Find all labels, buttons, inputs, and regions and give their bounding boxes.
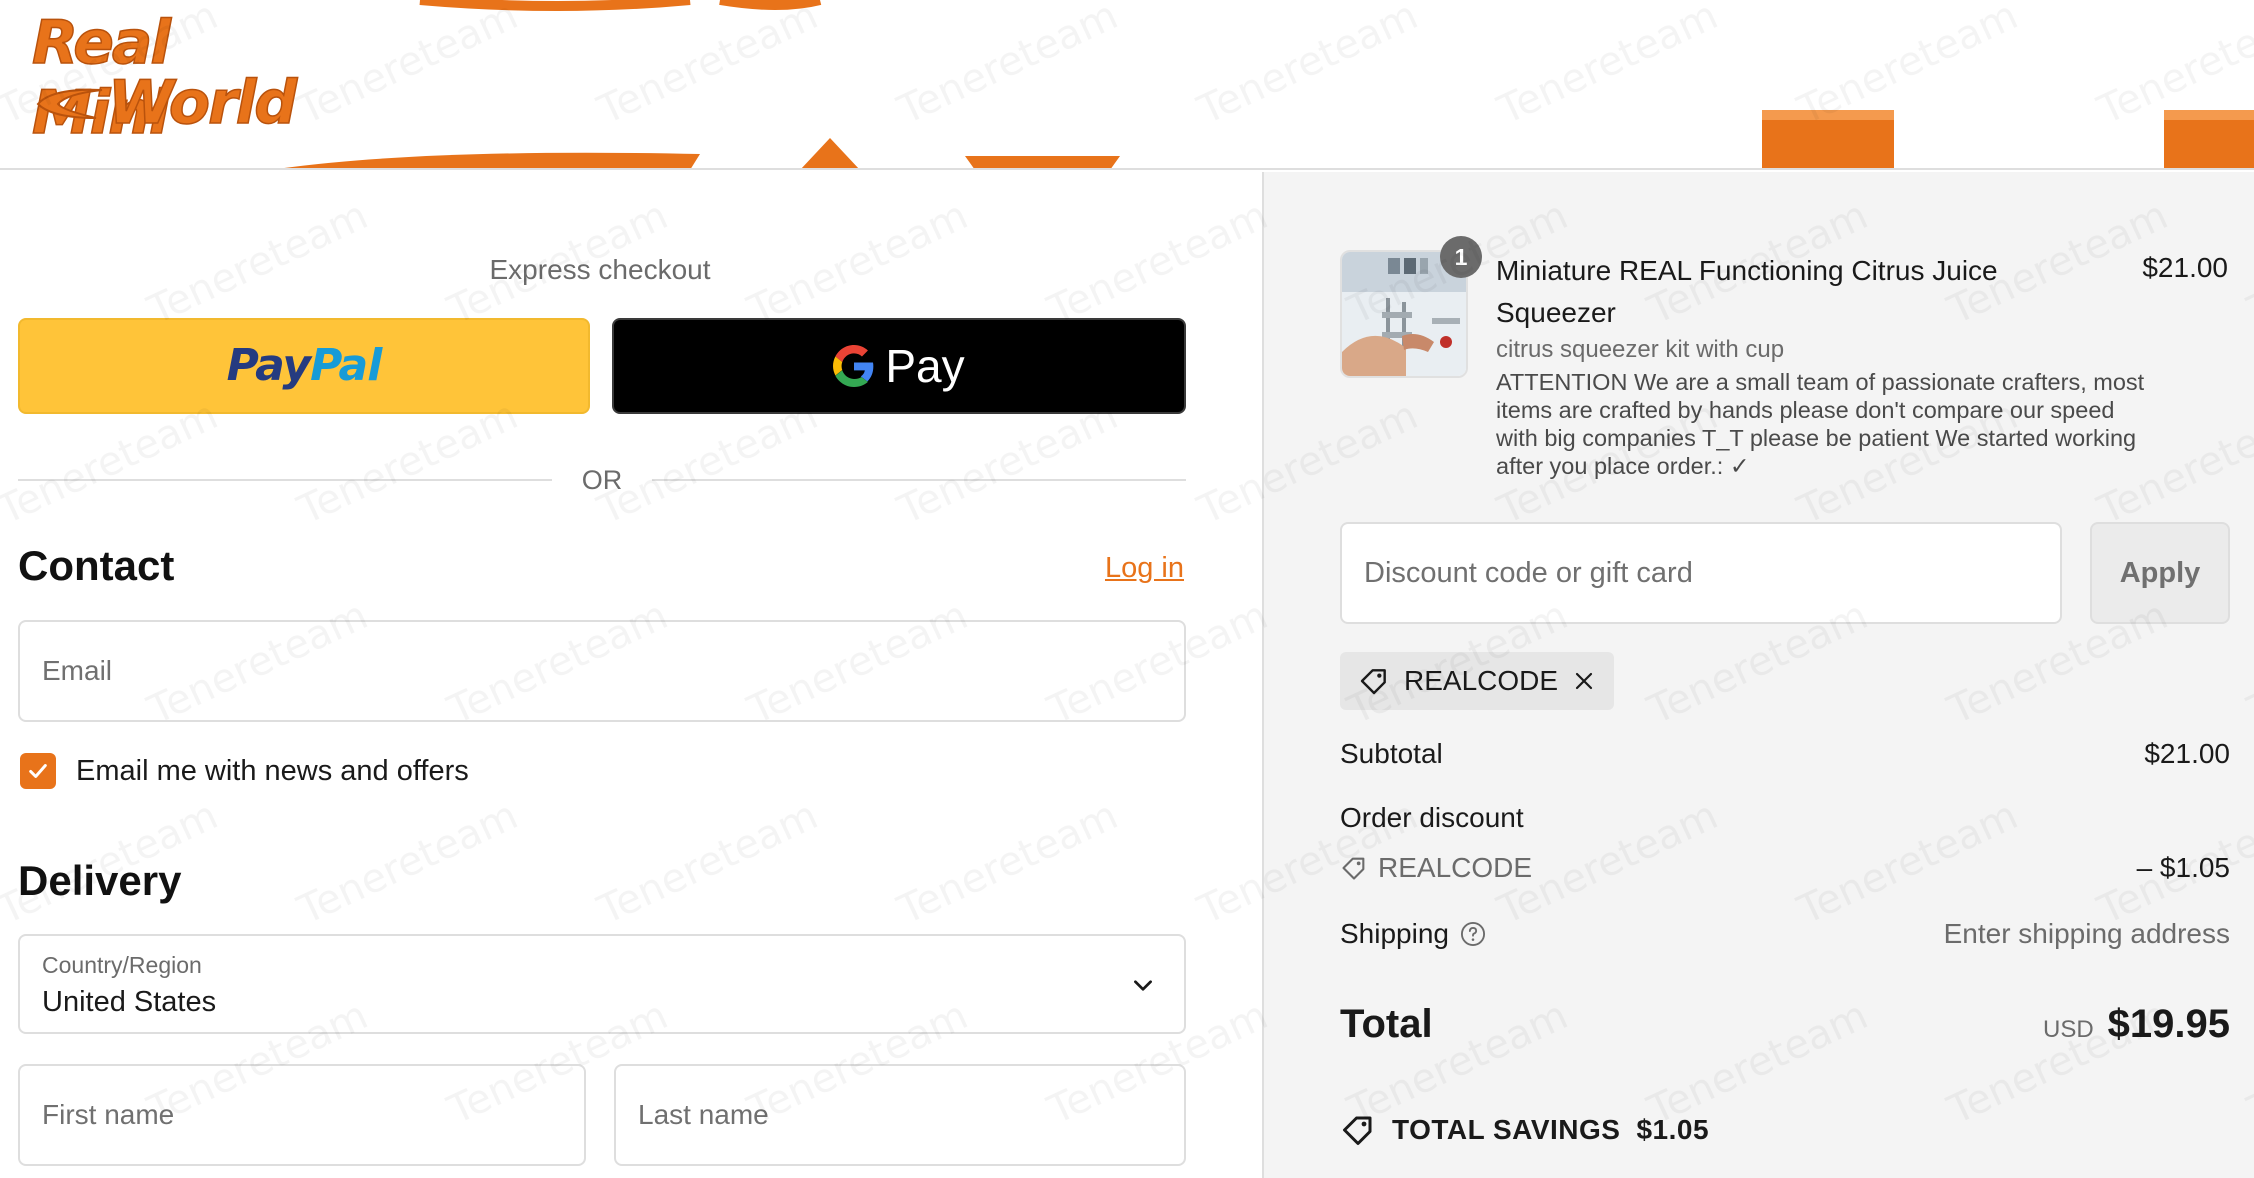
subtotal-row: Subtotal $21.00 xyxy=(1340,738,2230,770)
shipping-row: Shipping Enter shipping address xyxy=(1340,918,2230,950)
divider-line xyxy=(652,479,1186,481)
logo-text-line2: World xyxy=(107,67,298,139)
last-name-field[interactable] xyxy=(614,1064,1186,1166)
paypal-logo-pay: Pay xyxy=(226,340,311,391)
or-label: OR xyxy=(581,464,623,495)
site-header: Real Mini World xyxy=(0,0,2254,170)
newsletter-label: Email me with news and offers xyxy=(76,755,469,787)
subtotal-value: $21.00 xyxy=(2144,738,2230,769)
savings-label: TOTAL SAVINGS xyxy=(1392,1114,1621,1145)
logo-swoosh-icon xyxy=(36,88,103,119)
savings-value: $1.05 xyxy=(1636,1114,1710,1145)
country-select[interactable]: Country/Region United States xyxy=(18,934,1186,1034)
total-amount: $19.95 xyxy=(2107,1002,2230,1046)
email-input[interactable] xyxy=(20,622,1184,720)
order-discount-label: Order discount xyxy=(1340,802,1524,833)
country-value: United States xyxy=(42,986,217,1018)
email-field[interactable] xyxy=(18,620,1186,722)
paypal-logo: PayPal xyxy=(227,344,383,388)
delivery-title: Delivery xyxy=(18,857,182,904)
shipping-label: Shipping xyxy=(1340,918,1449,949)
check-icon xyxy=(29,764,47,778)
paypal-button[interactable]: PayPal xyxy=(18,318,590,414)
discount-value: – $1.05 xyxy=(2136,852,2230,883)
discount-code-group: REALCODE xyxy=(1340,852,1532,884)
total-value-group: USD $19.95 xyxy=(2043,1002,2230,1047)
first-name-input[interactable] xyxy=(20,1066,584,1164)
total-row: Total USD $19.95 xyxy=(1340,1002,2230,1047)
discount-field[interactable] xyxy=(1340,522,2062,624)
discount-input[interactable] xyxy=(1342,524,2060,622)
apply-button[interactable]: Apply xyxy=(2090,522,2230,624)
product-price: $21.00 xyxy=(2142,252,2228,283)
checkout-form: Express checkout PayPal Pay OR Contact L… xyxy=(0,172,1262,1178)
express-checkout-title: Express checkout xyxy=(489,254,711,285)
total-label: Total xyxy=(1340,1002,1433,1046)
banner-decoration xyxy=(284,0,2254,168)
last-name-input[interactable] xyxy=(616,1066,1184,1164)
close-icon[interactable] xyxy=(1572,669,1596,693)
product-note: ATTENTION We are a small team of passion… xyxy=(1496,369,2145,479)
order-discount-row: Order discount xyxy=(1340,802,2230,834)
applied-code-text: REALCODE xyxy=(1404,665,1559,696)
first-name-field[interactable] xyxy=(18,1064,586,1166)
product-variant: citrus squeezer kit with cup xyxy=(1496,336,1785,363)
newsletter-checkbox[interactable] xyxy=(20,753,56,789)
quantity-badge: 1 xyxy=(1440,236,1482,278)
paypal-logo-pal: Pal xyxy=(310,340,382,391)
shipping-label-group: Shipping xyxy=(1340,918,1487,950)
order-summary: 1 Miniature REAL Functioning Citrus Juic… xyxy=(1262,172,2254,1178)
product-title: Miniature REAL Functioning Citrus Juice … xyxy=(1496,255,1998,328)
tag-icon xyxy=(1360,669,1386,695)
google-pay-button[interactable]: Pay xyxy=(612,318,1186,414)
total-currency: USD xyxy=(2042,1016,2094,1043)
discount-code-row: REALCODE – $1.05 xyxy=(1340,852,2230,884)
or-divider: OR xyxy=(18,460,1186,500)
contact-title: Contact xyxy=(18,542,175,589)
help-circle-icon[interactable] xyxy=(1459,920,1487,948)
tag-icon xyxy=(1342,857,1365,880)
subtotal-label: Subtotal xyxy=(1340,738,1443,769)
tag-icon xyxy=(1343,1116,1372,1145)
shipping-value: Enter shipping address xyxy=(1943,918,2230,949)
google-g-icon xyxy=(833,345,874,387)
discount-code-label: REALCODE xyxy=(1378,852,1533,883)
brand-logo[interactable]: Real Mini World xyxy=(28,7,308,149)
total-savings: TOTAL SAVINGS $1.05 xyxy=(1340,1112,1709,1148)
chevron-down-icon xyxy=(1134,980,1152,991)
google-pay-label: Pay xyxy=(885,340,965,392)
country-label: Country/Region xyxy=(42,952,202,978)
login-link[interactable]: Log in xyxy=(1105,552,1184,585)
applied-code-chip: REALCODE xyxy=(1340,652,1615,710)
divider-line xyxy=(18,479,552,481)
